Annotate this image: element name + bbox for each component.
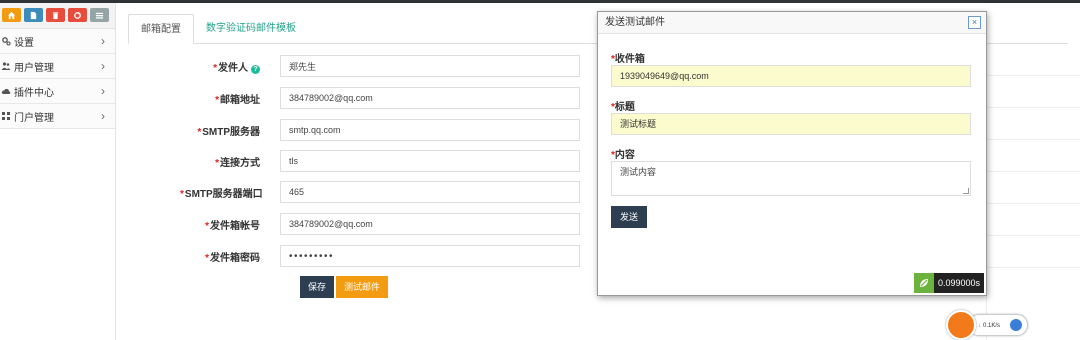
leaf-logo-icon xyxy=(913,273,934,293)
password-input[interactable]: ••••••••• xyxy=(280,245,580,267)
chevron-right-icon: › xyxy=(101,109,105,123)
cloud-icon xyxy=(1,86,11,96)
form-row-smtp-server: *SMTP服务器 smtp.qq.com xyxy=(180,118,580,142)
timer-value: 0.099000s xyxy=(933,273,984,293)
users-icon xyxy=(1,61,11,71)
smtp-server-input[interactable]: smtp.qq.com xyxy=(280,119,580,141)
background-panel xyxy=(986,44,1080,340)
sidebar-item-label: 用户管理 xyxy=(14,62,54,74)
gears-icon xyxy=(1,36,11,46)
sender-input[interactable]: 郑先生 xyxy=(280,55,580,77)
document-icon[interactable] xyxy=(24,8,43,22)
tab-email-config[interactable]: 邮箱配置 xyxy=(128,14,194,44)
smtp-port-input[interactable]: 465 xyxy=(280,181,580,203)
resize-handle[interactable] xyxy=(963,188,969,194)
sidebar-item-portal[interactable]: 门户管理 › xyxy=(0,104,115,129)
subject-input[interactable]: 测试标题 xyxy=(611,113,971,135)
speed-ball-icon[interactable] xyxy=(946,310,976,340)
form-actions: 保存 测试邮件 xyxy=(300,276,389,298)
grid-icon xyxy=(1,111,11,121)
form-row-connection: *连接方式 tls xyxy=(180,149,580,173)
network-speed-widget[interactable]: ↓ 0.1K/s xyxy=(946,310,1028,340)
sender-label: *发件人? xyxy=(180,59,280,74)
form-row-sender: *发件人? 郑先生 xyxy=(180,54,580,78)
speed-pill: ↓ 0.1K/s xyxy=(968,314,1028,336)
connection-label: *连接方式 xyxy=(215,157,260,169)
sidebar: 设置 › 用户管理 › 插件中心 › 门户管理 › xyxy=(0,3,116,340)
chevron-right-icon: › xyxy=(101,34,105,48)
form-row-smtp-port: *SMTP服务器端口 465 xyxy=(180,180,580,204)
close-icon[interactable]: × xyxy=(968,16,981,29)
refresh-icon[interactable] xyxy=(68,8,87,22)
content-label: *内容 xyxy=(611,150,635,161)
browser-icon xyxy=(1010,319,1022,331)
send-button[interactable]: 发送 xyxy=(611,206,647,228)
form-row-account: *发件箱帐号 384789002@qq.com xyxy=(180,212,580,236)
password-label: *发件箱密码 xyxy=(205,252,260,264)
dialog-header: 发送测试邮件 × xyxy=(598,12,986,34)
tab-code-email-template[interactable]: 数字验证码邮件模板 xyxy=(194,14,308,44)
sidebar-item-label: 插件中心 xyxy=(14,87,54,99)
account-input[interactable]: 384789002@qq.com xyxy=(280,213,580,235)
recipient-input[interactable]: 1939049649@qq.com xyxy=(611,65,971,87)
content-textarea[interactable]: 测试内容 xyxy=(611,161,971,196)
email-label: *邮箱地址 xyxy=(215,94,260,106)
test-email-button[interactable]: 测试邮件 xyxy=(336,276,389,298)
sidebar-item-plugins[interactable]: 插件中心 › xyxy=(0,79,115,104)
smtp-port-label: *SMTP服务器端口 xyxy=(180,188,263,200)
trash-icon[interactable] xyxy=(46,8,65,22)
help-icon[interactable]: ? xyxy=(251,64,260,74)
form-row-password: *发件箱密码 ••••••••• xyxy=(180,244,580,268)
sidebar-item-settings[interactable]: 设置 › xyxy=(0,29,115,54)
account-label: *发件箱帐号 xyxy=(205,220,260,232)
dialog-title: 发送测试邮件 xyxy=(605,17,665,28)
top-bar xyxy=(0,0,1080,3)
quick-buttons xyxy=(0,3,115,29)
smtp-server-label: *SMTP服务器 xyxy=(197,126,260,138)
sidebar-item-users[interactable]: 用户管理 › xyxy=(0,54,115,79)
chevron-right-icon: › xyxy=(101,59,105,73)
sidebar-item-label: 门户管理 xyxy=(14,112,54,124)
connection-select[interactable]: tls xyxy=(280,150,580,172)
list-icon[interactable] xyxy=(90,8,109,22)
download-arrow-icon: ↓ xyxy=(978,323,981,329)
speed-rate: 0.1K/s xyxy=(983,323,1001,329)
sidebar-item-label: 设置 xyxy=(14,37,34,49)
form-row-email: *邮箱地址 384789002@qq.com xyxy=(180,86,580,110)
debug-timer: 0.099000s xyxy=(913,273,984,293)
email-input[interactable]: 384789002@qq.com xyxy=(280,87,580,109)
send-test-email-dialog: 发送测试邮件 × *收件箱 1939049649@qq.com *标题 测试标题… xyxy=(597,11,987,296)
chevron-right-icon: › xyxy=(101,84,105,98)
recipient-label: *收件箱 xyxy=(611,54,645,65)
content-text: 测试内容 xyxy=(620,167,657,177)
subject-label: *标题 xyxy=(611,102,635,113)
home-icon[interactable] xyxy=(2,8,21,22)
save-button[interactable]: 保存 xyxy=(300,276,335,298)
